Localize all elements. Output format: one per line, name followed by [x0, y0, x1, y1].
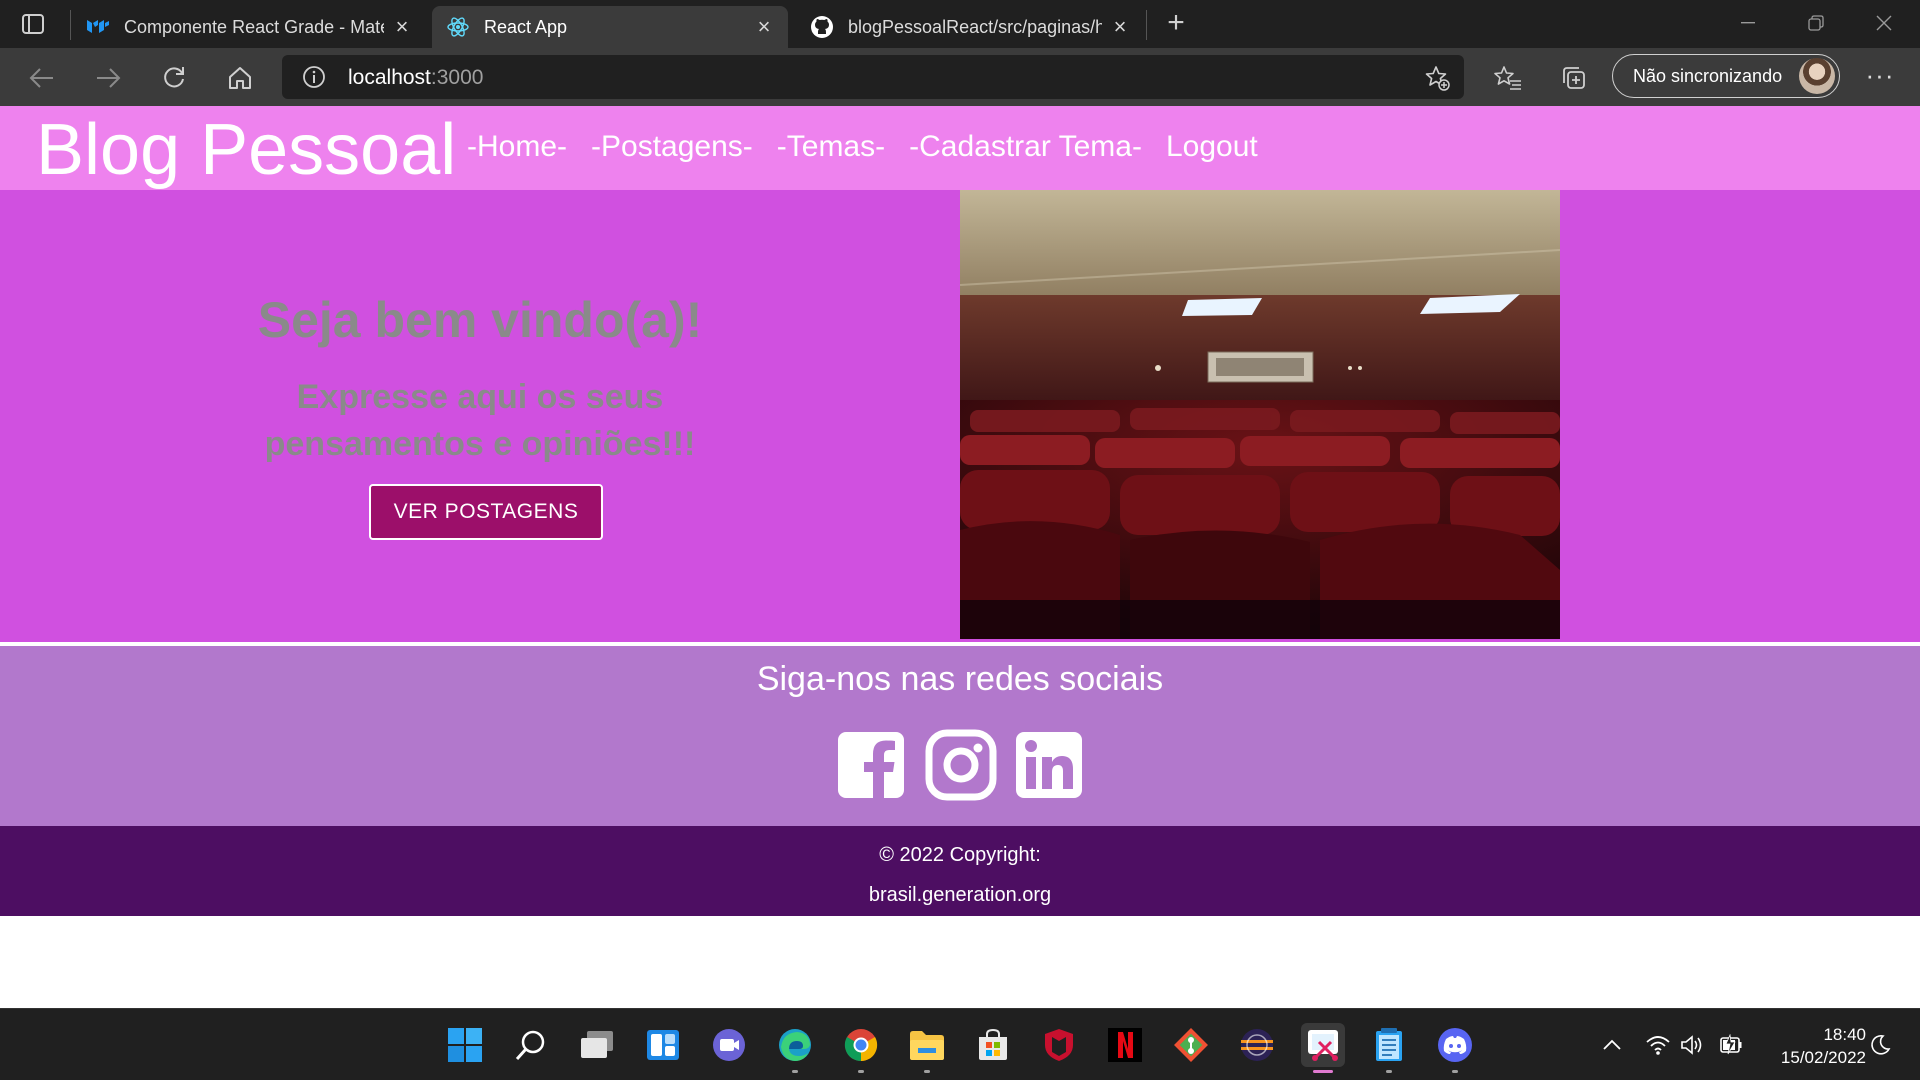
web-page: Blog Pessoal -Home- -Postagens- -Temas- … [0, 106, 1920, 1008]
running-indicator [924, 1070, 930, 1073]
git-app-icon[interactable] [1169, 1023, 1213, 1067]
tab-separator [70, 10, 71, 40]
close-tab-icon[interactable]: × [392, 14, 412, 40]
chevron-up-icon[interactable] [1598, 1031, 1626, 1059]
running-indicator [1452, 1070, 1458, 1073]
more-options-icon[interactable]: ··· [1862, 60, 1898, 96]
add-favorite-icon[interactable] [1424, 65, 1450, 91]
tab-react-app[interactable]: React App × [432, 6, 788, 48]
tab-title: React App [484, 16, 568, 37]
github-icon [810, 15, 834, 39]
file-explorer-icon[interactable] [905, 1023, 949, 1073]
avatar [1799, 58, 1835, 94]
social-icons [836, 729, 1084, 801]
browser-toolbar: localhost:3000 Não sincronizando ··· [0, 48, 1920, 106]
tab-separator [1146, 10, 1147, 40]
microsoft-store-icon[interactable] [971, 1023, 1015, 1067]
clock-time: 18:40 [1823, 1025, 1866, 1044]
widgets-icon[interactable] [641, 1023, 685, 1067]
new-tab-icon[interactable]: + [1160, 8, 1192, 40]
url-port: :3000 [430, 66, 484, 89]
edge-browser-icon[interactable] [773, 1023, 817, 1073]
task-view-icon[interactable] [575, 1023, 619, 1067]
instagram-icon[interactable] [925, 729, 997, 801]
hero-title: Seja bem vindo(a)! [257, 292, 703, 348]
back-arrow-icon[interactable] [24, 60, 60, 96]
linkedin-icon[interactable] [1014, 729, 1084, 801]
favorites-icon[interactable] [1490, 60, 1526, 96]
url-text[interactable]: localhost:3000 [348, 66, 483, 90]
hero-section: Seja bem vindo(a)! Expresse aqui os seus… [0, 190, 1920, 642]
minimize-icon[interactable] [1714, 0, 1782, 46]
social-title: Siga-nos nas redes sociais [756, 660, 1164, 698]
forward-arrow-icon[interactable] [90, 60, 126, 96]
nav-posts-link[interactable]: -Postagens- [591, 128, 753, 166]
running-indicator [792, 1070, 798, 1073]
notepad-icon[interactable] [1367, 1023, 1411, 1073]
clock-date: 15/02/2022 [1780, 1048, 1866, 1067]
site-info-icon[interactable] [302, 65, 326, 89]
url-host: localhost [348, 66, 431, 89]
social-section: Siga-nos nas redes sociais [0, 646, 1920, 826]
system-clock[interactable]: 18:40 15/02/2022 [1756, 1023, 1866, 1069]
mui-logo-icon [86, 15, 110, 39]
browser-tab-bar: Componente React Grade - Mate × React Ap… [0, 0, 1920, 48]
nav-new-theme-link[interactable]: -Cadastrar Tema- [909, 128, 1142, 166]
teams-chat-icon[interactable] [707, 1023, 751, 1067]
tab-mui-docs[interactable]: Componente React Grade - Mate × [72, 6, 426, 48]
hero-subtitle: Expresse aqui os seus pensamentos e opin… [264, 378, 696, 463]
react-logo-icon [446, 15, 470, 39]
nav-home-link[interactable]: -Home- [467, 128, 567, 166]
tab-title: blogPessoalReact/src/paginas/hc [848, 16, 1102, 37]
running-indicator [858, 1070, 864, 1073]
address-bar[interactable]: localhost:3000 [282, 55, 1464, 99]
home-icon[interactable] [222, 60, 258, 96]
nav-logout-link[interactable]: Logout [1166, 128, 1258, 166]
restore-icon[interactable] [1782, 0, 1850, 46]
copyright-text: © 2022 Copyright: [879, 844, 1041, 866]
site-navbar: Blog Pessoal -Home- -Postagens- -Temas- … [0, 106, 1920, 190]
focus-assist-moon-icon[interactable] [1866, 1031, 1894, 1059]
view-posts-button[interactable]: VER POSTAGENS [369, 484, 603, 540]
nav-themes-link[interactable]: -Temas- [777, 128, 885, 166]
search-icon[interactable] [509, 1023, 553, 1067]
running-indicator [1313, 1070, 1333, 1073]
netflix-icon[interactable] [1103, 1023, 1147, 1067]
refresh-icon[interactable] [156, 60, 192, 96]
wifi-icon[interactable] [1644, 1031, 1672, 1059]
windows-taskbar: 18:40 15/02/2022 [0, 1008, 1920, 1080]
running-indicator [1386, 1070, 1392, 1073]
brand-title: Blog Pessoal [36, 110, 457, 190]
copyright-footer: © 2022 Copyright: brasil.generation.org [0, 826, 1920, 916]
tab-github[interactable]: blogPessoalReact/src/paginas/hc × [796, 6, 1144, 48]
collections-icon[interactable] [1556, 60, 1592, 96]
volume-icon[interactable] [1678, 1031, 1706, 1059]
snipping-tool-icon[interactable] [1301, 1023, 1345, 1073]
profile-button[interactable]: Não sincronizando [1612, 54, 1840, 98]
mcafee-icon[interactable] [1037, 1023, 1081, 1067]
eclipse-ide-icon[interactable] [1235, 1023, 1279, 1067]
profile-sync-label: Não sincronizando [1633, 65, 1783, 86]
chrome-icon[interactable] [839, 1023, 883, 1073]
close-tab-icon[interactable]: × [1110, 14, 1130, 40]
close-tab-icon[interactable]: × [754, 14, 774, 40]
cinema-hall-image [960, 190, 1560, 639]
tab-actions-icon[interactable] [20, 12, 46, 36]
tab-title: Componente React Grade - Mate [124, 16, 384, 37]
battery-icon[interactable] [1716, 1031, 1744, 1059]
close-window-icon[interactable] [1850, 0, 1918, 46]
nav-links: -Home- -Postagens- -Temas- -Cadastrar Te… [467, 128, 1258, 166]
site-link[interactable]: brasil.generation.org [0, 884, 1920, 907]
discord-icon[interactable] [1433, 1023, 1477, 1073]
hero-text: Seja bem vindo(a)! Expresse aqui os seus… [230, 290, 730, 468]
windows-start-icon[interactable] [443, 1023, 487, 1067]
facebook-icon[interactable] [836, 729, 906, 801]
